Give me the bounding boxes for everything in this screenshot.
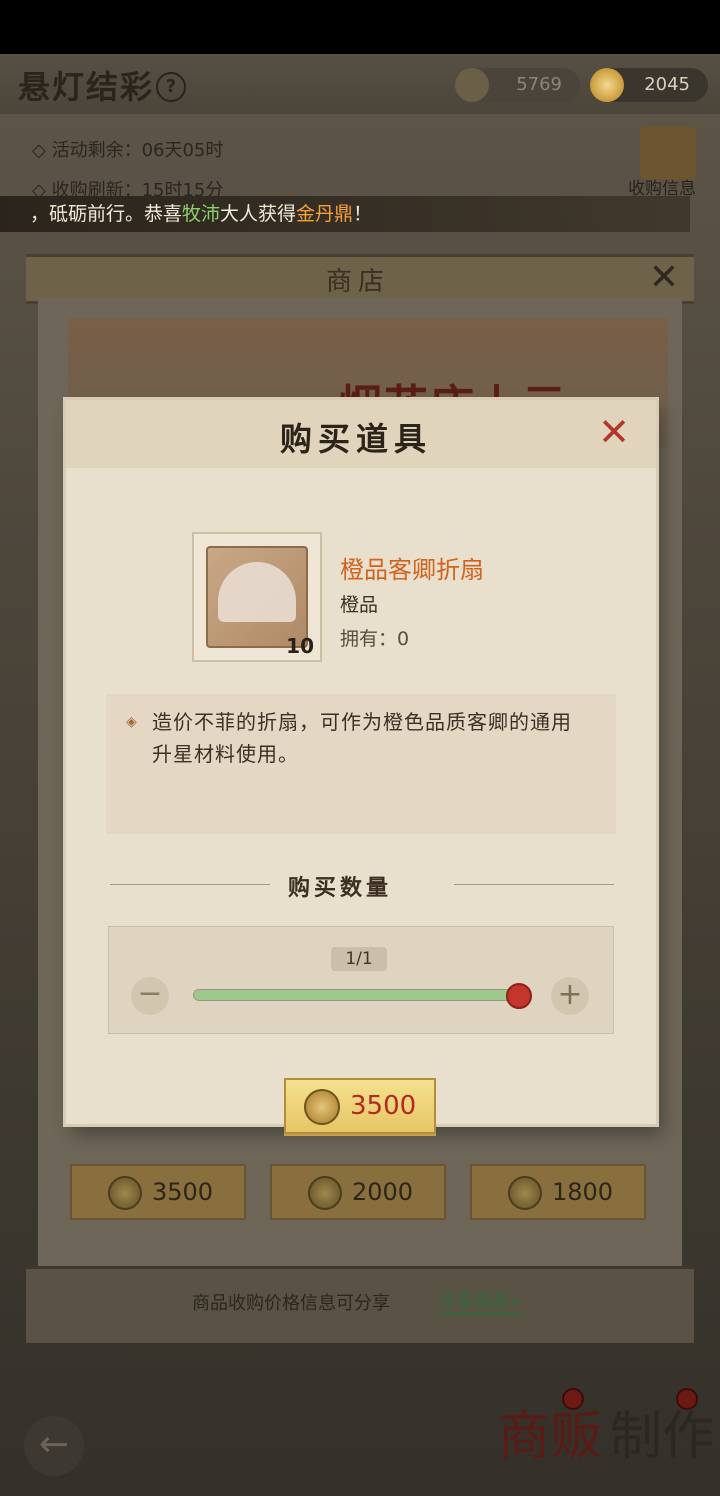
news-middle: 大人获得 (220, 203, 297, 225)
dialog-close-icon[interactable]: ✕ (594, 412, 634, 452)
coin-icon (508, 1176, 542, 1210)
diamond-icon: ◈ (126, 714, 137, 730)
silver-resource: 5769 (455, 68, 580, 102)
top-bar: 悬灯结彩 ? 5769 2045 (0, 54, 720, 114)
back-arrow-icon[interactable]: ← (24, 1416, 84, 1476)
buy-button[interactable]: 3500 (284, 1078, 436, 1134)
trade-notification-dot (562, 1388, 584, 1410)
shop-price-button[interactable]: 2000 (270, 1164, 446, 1220)
shop-price: 1800 (552, 1178, 614, 1206)
purchase-dialog: 购买道具 ✕ 10 橙品客卿折扇 橙品 拥有：0 ◈ 造价不菲的折扇，可作为橙色… (66, 400, 656, 1134)
quantity-slider[interactable] (193, 989, 519, 1001)
gold-resource: 2045 (590, 68, 708, 102)
item-description: 造价不菲的折扇，可作为橙色品质客卿的通用升星材料使用。 (152, 710, 572, 766)
folding-fan-icon (206, 546, 308, 648)
quantity-selector: 1/1 − + (108, 926, 614, 1034)
gold-coin-icon (304, 1089, 340, 1125)
quantity-display: 1/1 (331, 947, 387, 971)
buy-price: 3500 (350, 1091, 417, 1121)
coin-icon (108, 1176, 142, 1210)
fan-shape (218, 562, 296, 622)
shop-close-icon[interactable]: ✕ (642, 259, 686, 297)
help-icon[interactable]: ? (156, 72, 186, 102)
dialog-title: 购买道具 (280, 420, 433, 458)
dialog-header: 购买道具 ✕ (66, 400, 656, 468)
news-prefix: ，砥砺前行。恭喜 (30, 203, 183, 225)
slider-handle[interactable] (506, 983, 532, 1009)
mouse-token-icon (455, 68, 489, 102)
description-box: ◈ 造价不菲的折扇，可作为橙色品质客卿的通用升星材料使用。 (106, 694, 616, 834)
share-goods-link[interactable]: 分享商品» (438, 1287, 522, 1315)
divider (454, 884, 614, 885)
shop-price-button[interactable]: 1800 (470, 1164, 646, 1220)
slider-fill (194, 990, 518, 1000)
news-ticker: ，砥砺前行。恭喜牧沛大人获得金丹鼎！ (0, 196, 690, 232)
shop-price: 3500 (152, 1178, 214, 1206)
trade-tab[interactable]: 商贩 (498, 1394, 602, 1469)
gold-coin-icon (590, 68, 624, 102)
shop-price-button[interactable]: 3500 (70, 1164, 246, 1220)
collect-info-icon[interactable] (640, 126, 696, 180)
activity-remaining: ◇ 活动剩余：06天05时 (32, 140, 224, 161)
news-player: 牧沛 (182, 203, 221, 225)
silver-value: 5769 (516, 74, 562, 95)
shop-footer: 商品收购价格信息可分享 分享商品» (26, 1266, 694, 1343)
shop-header: 商店 ✕ (26, 254, 694, 304)
share-hint: 商品收购价格信息可分享 (192, 1293, 390, 1314)
news-reward: 金丹鼎 (296, 203, 354, 225)
quantity-title: 购买数量 (288, 875, 393, 901)
item-grade: 橙品 (340, 594, 379, 616)
minus-button[interactable]: − (131, 977, 169, 1015)
make-tab[interactable]: 制作 (610, 1394, 714, 1469)
item-owned: 拥有：0 (340, 628, 410, 650)
shop-title: 商店 (326, 267, 391, 297)
item-frame: 10 (192, 532, 322, 662)
game-scene: 悬灯结彩 ? 5769 2045 ◇ 活动剩余：06天05时 ◇ 收购刷新：15… (0, 54, 720, 1496)
shop-price: 2000 (352, 1178, 414, 1206)
news-suffix: ！ (353, 203, 373, 225)
gold-value: 2045 (644, 74, 690, 95)
coin-icon (308, 1176, 342, 1210)
item-name: 橙品客卿折扇 (340, 556, 484, 584)
make-notification-dot (676, 1388, 698, 1410)
status-bar (0, 0, 720, 54)
divider (110, 884, 270, 885)
item-count: 10 (286, 634, 314, 658)
event-title: 悬灯结彩 (18, 68, 155, 106)
plus-button[interactable]: + (551, 977, 589, 1015)
